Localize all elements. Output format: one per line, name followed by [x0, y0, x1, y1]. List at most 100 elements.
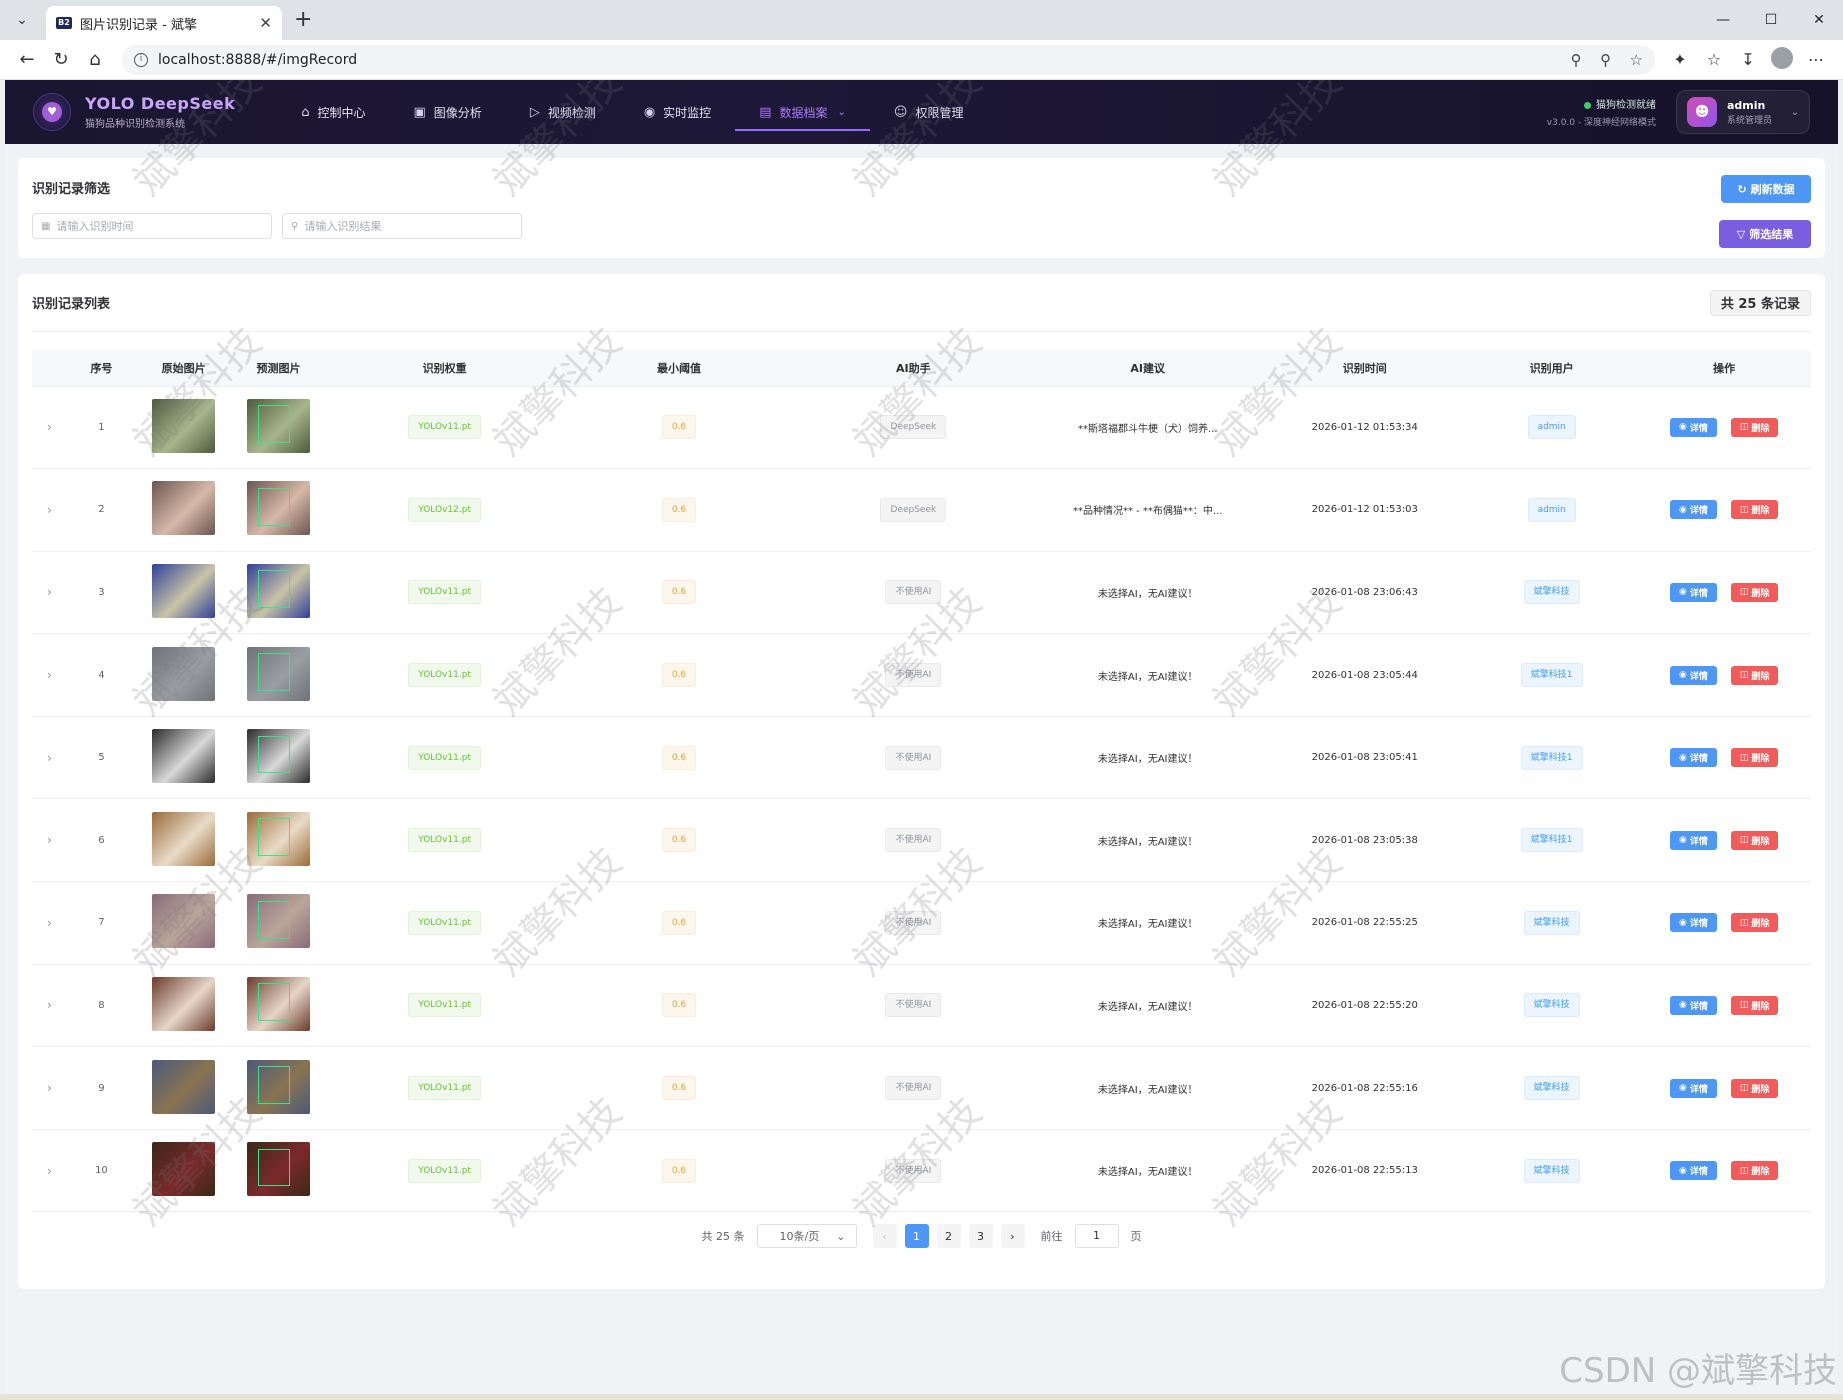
- site-info-icon[interactable]: i: [134, 52, 148, 67]
- predicted-image[interactable]: [247, 894, 311, 949]
- expand-row-icon[interactable]: ›: [47, 1164, 52, 1178]
- tab-close-icon[interactable]: ✕: [259, 14, 272, 32]
- delete-button[interactable]: ◫ 删除: [1730, 913, 1779, 933]
- delete-button[interactable]: ◫ 删除: [1730, 417, 1779, 437]
- expand-row-icon[interactable]: ›: [47, 668, 52, 682]
- detail-button[interactable]: ◉ 详情: [1669, 417, 1717, 437]
- more-menu-icon[interactable]: ⋯: [1799, 50, 1833, 69]
- predicted-image[interactable]: [247, 976, 311, 1031]
- original-image[interactable]: [152, 729, 216, 784]
- filter-title: 识别记录筛选: [32, 182, 111, 197]
- reload-icon[interactable]: ↻: [44, 44, 78, 76]
- favorite-star-icon[interactable]: ☆: [1630, 51, 1643, 69]
- minimize-icon[interactable]: —: [1699, 0, 1747, 40]
- delete-button[interactable]: ◫ 删除: [1730, 748, 1779, 768]
- expand-row-icon[interactable]: ›: [47, 1081, 52, 1095]
- delete-button[interactable]: ◫ 删除: [1730, 1161, 1779, 1181]
- extensions-icon[interactable]: ✦: [1663, 50, 1697, 69]
- predicted-image[interactable]: [247, 398, 311, 453]
- delete-button[interactable]: ◫ 删除: [1730, 582, 1779, 602]
- home-button-icon[interactable]: ⌂: [78, 44, 112, 76]
- page-button-2[interactable]: 2: [936, 1224, 961, 1248]
- browser-tab[interactable]: B2 图片识别记录 - 斌擎 ✕: [46, 6, 282, 40]
- profile-icon[interactable]: [1765, 46, 1799, 73]
- next-page-button[interactable]: ›: [1000, 1224, 1025, 1248]
- nav-item-data-archive[interactable]: ▤ 数据档案 ⌄: [735, 80, 870, 144]
- detail-button[interactable]: ◉ 详情: [1669, 1161, 1717, 1181]
- heart-logo-icon: ♥: [42, 102, 62, 122]
- expand-row-icon[interactable]: ›: [47, 751, 52, 765]
- bottom-strip: [0, 1394, 1843, 1400]
- delete-button[interactable]: ◫ 删除: [1730, 665, 1779, 685]
- eye-icon: ◉: [1678, 835, 1687, 846]
- url-text[interactable]: localhost:8888/#/imgRecord: [158, 52, 1557, 68]
- detail-button[interactable]: ◉ 详情: [1669, 748, 1717, 768]
- detail-button[interactable]: ◉ 详情: [1669, 665, 1717, 685]
- original-image[interactable]: [152, 976, 216, 1031]
- original-image[interactable]: [152, 1142, 216, 1197]
- user-menu[interactable]: ☻ admin 系统管理员 ⌄: [1676, 90, 1810, 134]
- predicted-image[interactable]: [247, 729, 311, 784]
- back-icon[interactable]: ←: [10, 44, 44, 76]
- result-filter-input[interactable]: ⚲ 请输入识别结果: [282, 213, 522, 239]
- expand-row-icon[interactable]: ›: [47, 420, 52, 434]
- nav-item-dashboard[interactable]: ⌂ 控制中心: [277, 80, 389, 144]
- new-tab-icon[interactable]: +: [294, 9, 312, 31]
- detail-button[interactable]: ◉ 详情: [1669, 500, 1717, 520]
- prev-page-button[interactable]: ‹: [872, 1224, 897, 1248]
- original-image[interactable]: [152, 481, 216, 536]
- nav-item-permissions[interactable]: ☺ 权限管理: [870, 80, 988, 144]
- expand-row-icon[interactable]: ›: [47, 585, 52, 599]
- maximize-icon[interactable]: ☐: [1747, 0, 1795, 40]
- delete-button[interactable]: ◫ 删除: [1730, 830, 1779, 850]
- ai-assistant-tag: 不使用AI: [885, 1076, 942, 1101]
- download-icon[interactable]: ↧: [1731, 50, 1765, 69]
- page-button-3[interactable]: 3: [968, 1224, 993, 1248]
- favorites-icon[interactable]: ☆: [1697, 50, 1731, 69]
- predicted-image[interactable]: [247, 1142, 311, 1197]
- nav-item-video-detection[interactable]: ▷ 视频检测: [506, 80, 620, 144]
- page-size-value: 10条/页: [779, 1230, 820, 1243]
- goto-page-input[interactable]: 1: [1074, 1224, 1119, 1248]
- detail-button[interactable]: ◉ 详情: [1669, 1078, 1717, 1098]
- original-image[interactable]: [152, 398, 216, 453]
- original-image[interactable]: [152, 646, 216, 701]
- page-button-1[interactable]: 1: [904, 1224, 929, 1248]
- filter-button[interactable]: ▽ 筛选结果: [1719, 220, 1811, 248]
- tab-list-dropdown[interactable]: ⌄: [8, 6, 36, 34]
- detail-button[interactable]: ◉ 详情: [1669, 913, 1717, 933]
- predicted-image[interactable]: [247, 481, 311, 536]
- row-index: 2: [98, 504, 105, 516]
- weight-tag: YOLOv11.pt: [408, 828, 481, 853]
- key-icon[interactable]: ⚲: [1571, 51, 1582, 69]
- expand-row-icon[interactable]: ›: [47, 998, 52, 1012]
- time-filter-input[interactable]: ▦ 请输入识别时间: [32, 213, 272, 239]
- zoom-icon[interactable]: ⚲: [1600, 51, 1611, 69]
- delete-button[interactable]: ◫ 删除: [1730, 1078, 1779, 1098]
- url-field[interactable]: i localhost:8888/#/imgRecord ⚲ ⚲ ☆: [122, 44, 1655, 75]
- page-size-select[interactable]: 10条/页 ⌄: [756, 1224, 857, 1248]
- predicted-image[interactable]: [247, 563, 311, 618]
- ai-advice-text: 未选择AI，无AI建议！: [1097, 1167, 1198, 1179]
- nav-item-live-monitor[interactable]: ◉ 实时监控: [620, 80, 735, 144]
- predicted-image[interactable]: [247, 646, 311, 701]
- expand-row-icon[interactable]: ›: [47, 833, 52, 847]
- expand-row-icon[interactable]: ›: [47, 503, 52, 517]
- predicted-image[interactable]: [247, 1059, 311, 1114]
- nav-item-image-analysis[interactable]: ▣ 图像分析: [390, 80, 506, 144]
- delete-button[interactable]: ◫ 删除: [1730, 995, 1779, 1015]
- original-image[interactable]: [152, 894, 216, 949]
- refresh-label: 刷新数据: [1750, 183, 1795, 196]
- original-image[interactable]: [152, 811, 216, 866]
- detail-button[interactable]: ◉ 详情: [1669, 995, 1717, 1015]
- original-image[interactable]: [152, 1059, 216, 1114]
- expand-row-icon[interactable]: ›: [47, 916, 52, 930]
- delete-button[interactable]: ◫ 删除: [1730, 500, 1779, 520]
- refresh-button[interactable]: ↻ 刷新数据: [1721, 175, 1811, 203]
- detail-button[interactable]: ◉ 详情: [1669, 582, 1717, 602]
- predicted-image[interactable]: [247, 811, 311, 866]
- original-image[interactable]: [152, 563, 216, 618]
- window-close-icon[interactable]: ✕: [1795, 0, 1843, 40]
- threshold-tag: 0.6: [661, 745, 697, 770]
- detail-button[interactable]: ◉ 详情: [1669, 830, 1717, 850]
